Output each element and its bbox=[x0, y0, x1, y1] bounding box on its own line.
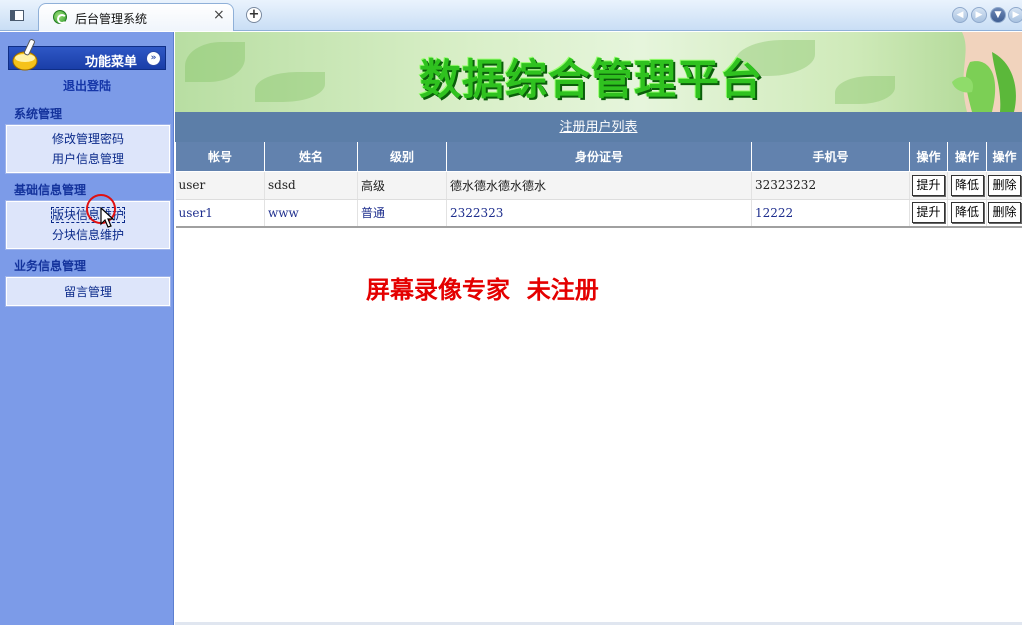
menu-item-messages[interactable]: 留言管理 bbox=[7, 282, 169, 302]
column-header: 身份证号 bbox=[446, 142, 752, 172]
new-tab-button[interactable]: + bbox=[246, 7, 262, 23]
banner-leaf-decoration bbox=[835, 76, 895, 104]
window-icon bbox=[10, 10, 24, 21]
menu-item-change-password[interactable]: 修改管理密码 bbox=[7, 129, 169, 149]
user-list-header: 注册用户列表 bbox=[175, 112, 1022, 142]
column-header: 帐号 bbox=[175, 142, 265, 172]
column-header: 手机号 bbox=[751, 142, 910, 172]
cell-action: 提升 bbox=[909, 199, 948, 228]
menu-logo-icon bbox=[12, 39, 38, 71]
delete-button[interactable]: 删除 bbox=[988, 174, 1021, 196]
menu-title: 功能菜单 bbox=[85, 55, 138, 70]
promote-button[interactable]: 提升 bbox=[912, 202, 945, 224]
more-icon[interactable]: ▶ bbox=[1008, 7, 1022, 23]
collapse-menu-icon[interactable]: » bbox=[146, 51, 161, 66]
logout-link[interactable]: 退出登陆 bbox=[0, 77, 174, 94]
banner: 数据综合管理平台 bbox=[175, 32, 1022, 112]
column-header: 操作 bbox=[909, 142, 948, 172]
browser-tab-bar: 后台管理系统 × + ◀ ▶ ▼ ▶ bbox=[0, 0, 1022, 31]
cell-phone: 32323232 bbox=[751, 171, 910, 200]
demote-button[interactable]: 降低 bbox=[950, 174, 984, 196]
cell-action: 删除 bbox=[986, 171, 1022, 200]
column-header: 操作 bbox=[986, 142, 1022, 172]
banner-figure-image bbox=[952, 32, 1022, 112]
cell-id-number: 德水德水德水德水 bbox=[446, 171, 752, 200]
group-box-business: 留言管理 bbox=[5, 276, 171, 307]
cell-level: 高级 bbox=[357, 171, 447, 200]
banner-title: 数据综合管理平台 bbox=[419, 55, 764, 104]
promote-button[interactable]: 提升 bbox=[912, 174, 945, 196]
banner-leaf-decoration bbox=[255, 72, 325, 102]
sidebar: 功能菜单 » 退出登陆 系统管理 修改管理密码 用户信息管理 基础信息管理 版块… bbox=[0, 32, 174, 625]
banner-leaf-decoration bbox=[185, 42, 245, 82]
cell-id-number: 2322323 bbox=[446, 199, 752, 228]
column-header: 姓名 bbox=[264, 142, 358, 172]
cell-name: sdsd bbox=[264, 171, 358, 200]
cell-account: user1 bbox=[175, 199, 265, 228]
menu-header: 功能菜单 » bbox=[8, 39, 166, 71]
cell-level: 普通 bbox=[357, 199, 447, 228]
column-header: 操作 bbox=[947, 142, 987, 172]
watermark-text: 屏幕录像专家 未注册 bbox=[366, 275, 599, 304]
group-title-business[interactable]: 业务信息管理 bbox=[14, 257, 86, 274]
user-list-title-link[interactable]: 注册用户列表 bbox=[559, 120, 637, 135]
table-row: user sdsd 高级 德水德水德水德水 32323232 提升 降低 删除 bbox=[175, 171, 1022, 200]
menu-item-block-info[interactable]: 分块信息维护 bbox=[7, 225, 169, 245]
close-tab-icon[interactable]: × bbox=[213, 7, 225, 23]
cell-action: 降低 bbox=[947, 171, 987, 200]
group-title-system[interactable]: 系统管理 bbox=[14, 105, 62, 122]
cell-action: 降低 bbox=[947, 199, 987, 228]
dropdown-icon[interactable]: ▼ bbox=[990, 7, 1006, 23]
table-row: user1 www 普通 2322323 12222 提升 降低 删除 bbox=[175, 199, 1022, 228]
group-title-basic[interactable]: 基础信息管理 bbox=[14, 181, 86, 198]
cell-action: 提升 bbox=[909, 171, 948, 200]
demote-button[interactable]: 降低 bbox=[950, 202, 984, 224]
group-box-system: 修改管理密码 用户信息管理 bbox=[5, 124, 171, 174]
cell-action: 删除 bbox=[986, 199, 1022, 228]
back-icon[interactable]: ◀ bbox=[952, 7, 968, 23]
window-menu-button[interactable] bbox=[6, 7, 28, 25]
tab-title: 后台管理系统 bbox=[75, 12, 148, 26]
cell-name: www bbox=[264, 199, 358, 228]
column-header: 级别 bbox=[357, 142, 447, 172]
cell-phone: 12222 bbox=[751, 199, 910, 228]
cell-account: user bbox=[175, 171, 265, 200]
table-header-row: 帐号 姓名 级别 身份证号 手机号 操作 操作 操作 bbox=[175, 142, 1022, 172]
delete-button[interactable]: 删除 bbox=[988, 202, 1021, 224]
browser-tab[interactable]: 后台管理系统 × bbox=[38, 3, 234, 31]
ie-favicon-icon bbox=[53, 10, 67, 24]
menu-item-user-info[interactable]: 用户信息管理 bbox=[7, 149, 169, 169]
forward-icon[interactable]: ▶ bbox=[971, 7, 987, 23]
user-table: 帐号 姓名 级别 身份证号 手机号 操作 操作 操作 user sdsd 高级 … bbox=[175, 142, 1022, 228]
mouse-cursor-icon bbox=[100, 207, 115, 228]
